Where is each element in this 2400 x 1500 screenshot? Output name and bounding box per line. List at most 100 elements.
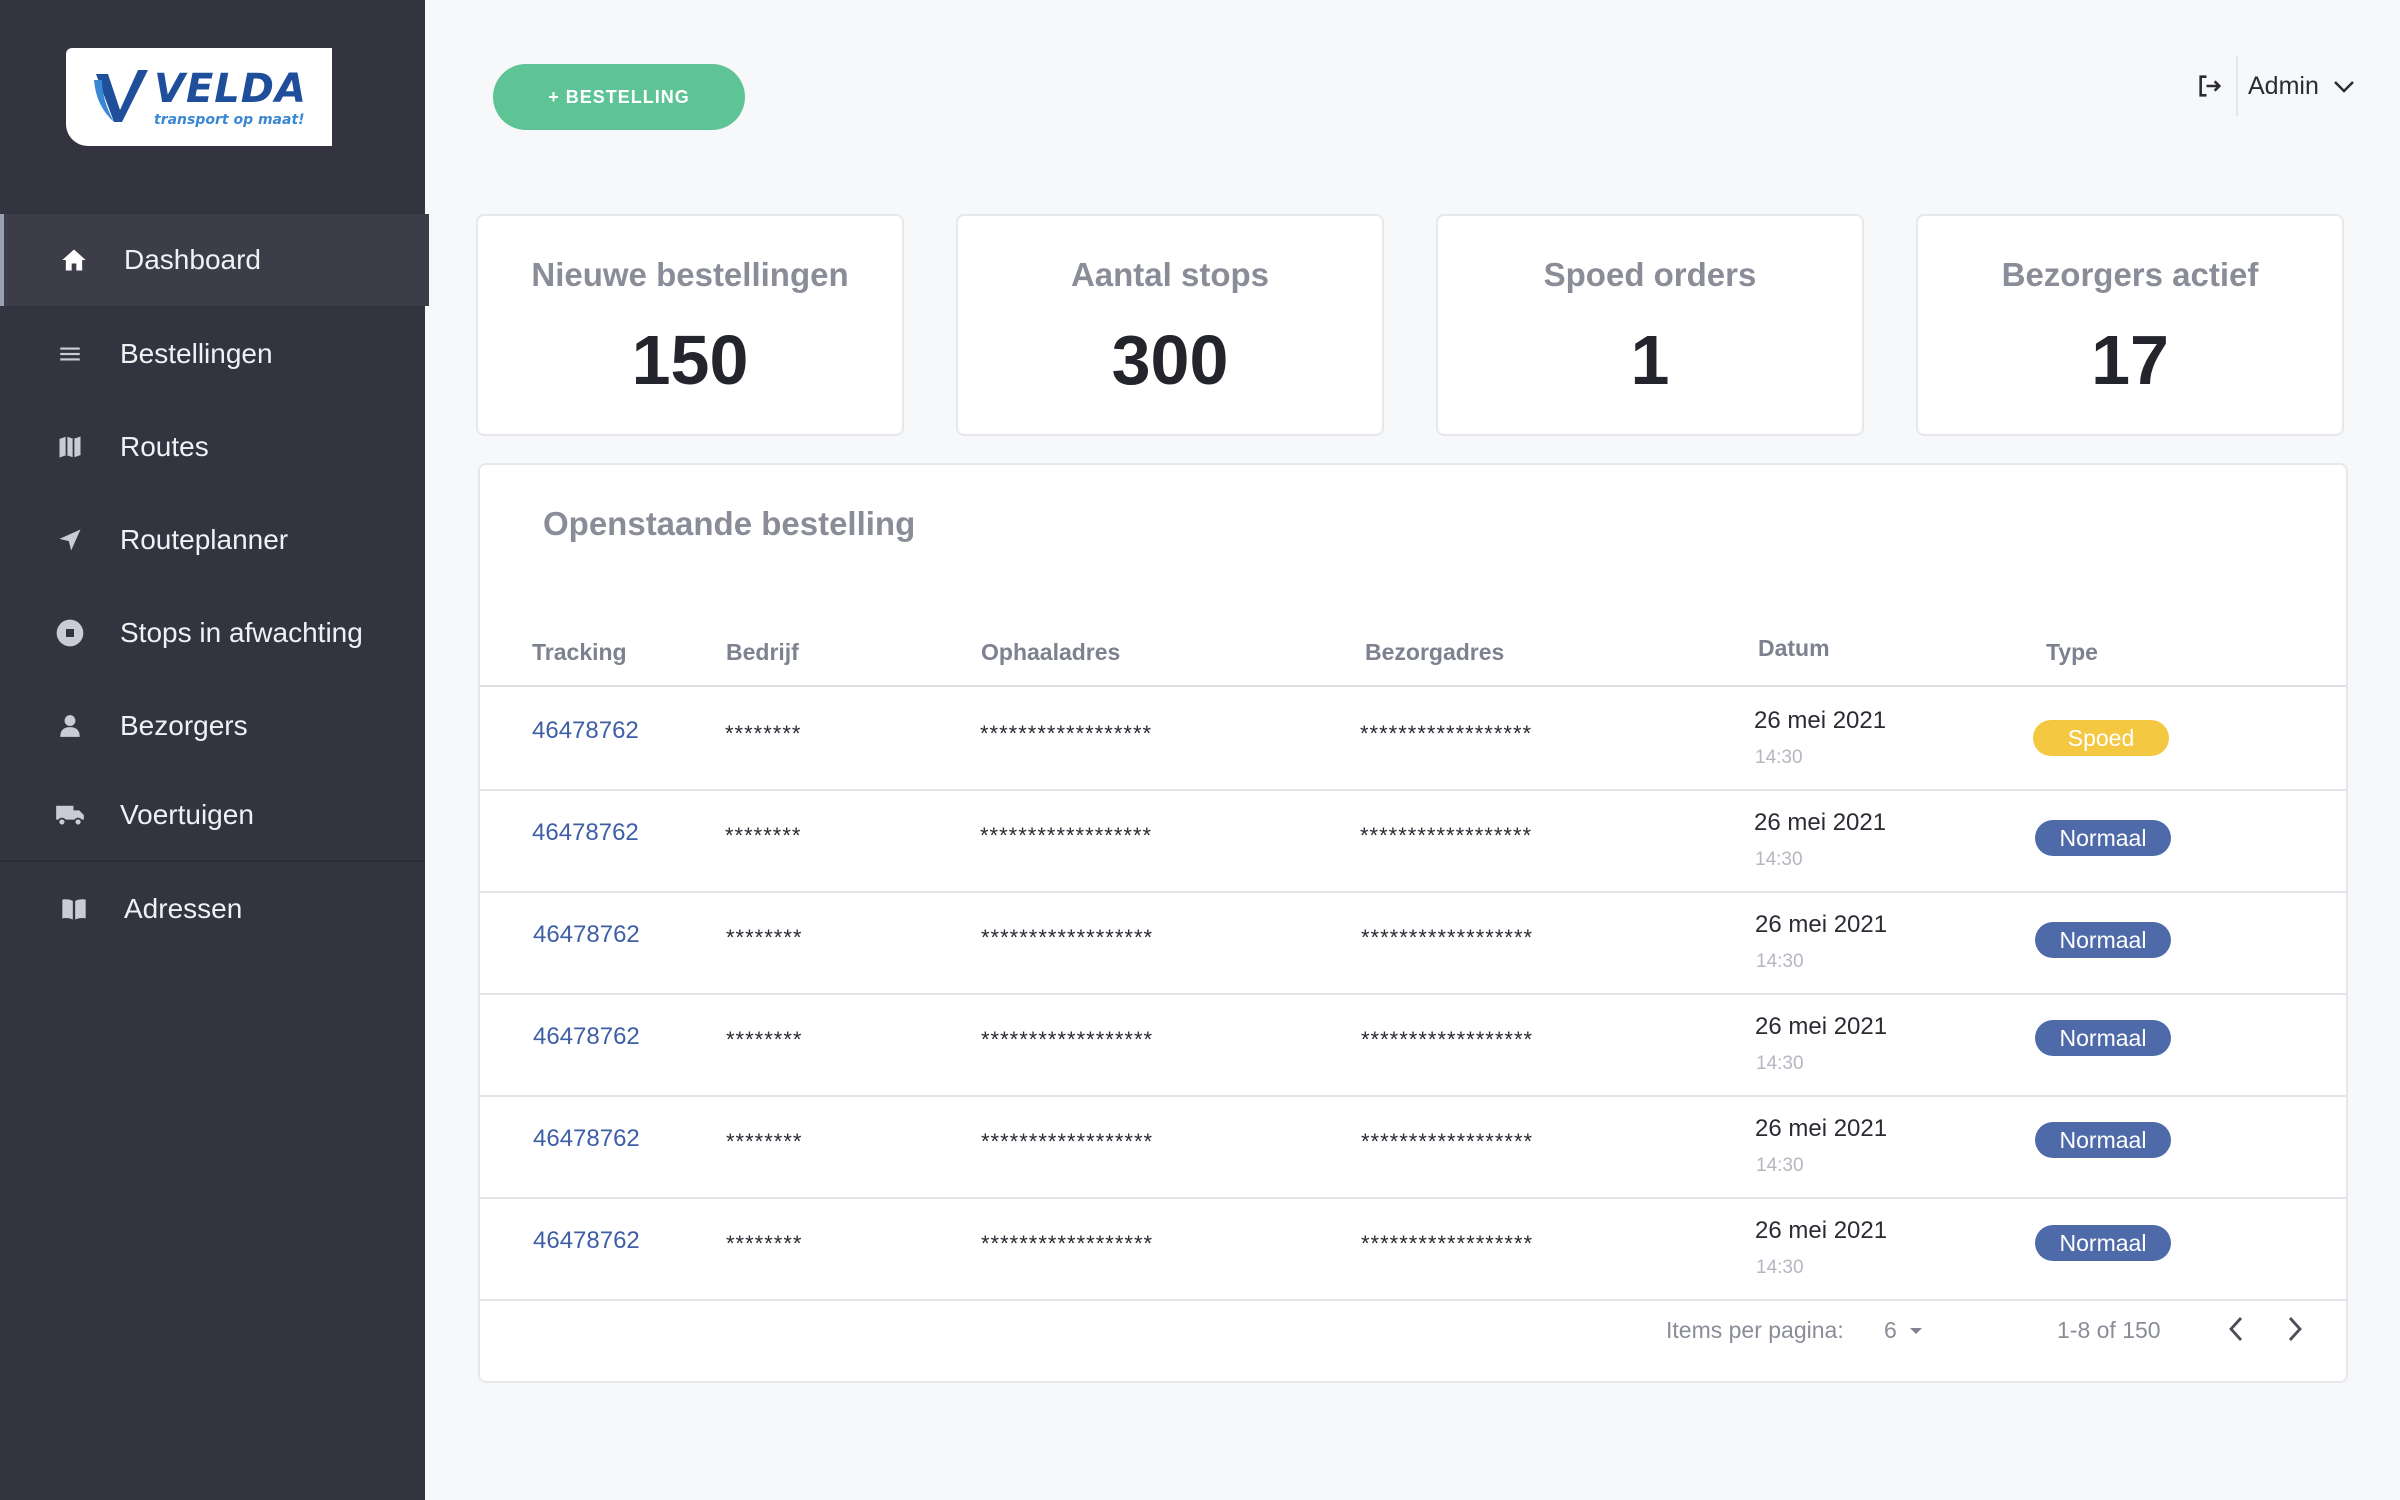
- company-cell: ********: [726, 1129, 803, 1154]
- table-row[interactable]: 46478762 ******** ****************** ***…: [480, 891, 2346, 995]
- type-badge-normaal: Normaal: [2035, 1020, 2171, 1056]
- tracking-link[interactable]: 46478762: [533, 1227, 640, 1255]
- delivery-cell: ******************: [1361, 1231, 1534, 1256]
- stat-label: Spoed orders: [1543, 256, 1757, 293]
- sidebar-item-label: Adressen: [124, 893, 243, 924]
- stat-card-stops: Aantal stops 300: [956, 214, 1384, 436]
- page-range: 1-8 of 150: [2057, 1317, 2161, 1343]
- tracking-link[interactable]: 46478762: [533, 1125, 640, 1153]
- caret-down-icon: [1909, 1327, 1922, 1334]
- map-icon: [54, 431, 86, 463]
- column-header-date[interactable]: Datum: [1758, 635, 1830, 662]
- sidebar-divider: [0, 860, 425, 862]
- delivery-cell: ******************: [1360, 823, 1533, 848]
- type-badge-normaal: Normaal: [2035, 820, 2171, 856]
- company-cell: ********: [726, 1231, 803, 1256]
- topbar-divider: [2236, 56, 2238, 116]
- date-cell: 26 mei 2021: [1755, 1217, 1888, 1244]
- date-cell: 26 mei 2021: [1755, 1115, 1888, 1142]
- time-cell: 14:30: [1756, 1053, 1804, 1074]
- table-row[interactable]: 46478762 ******** ****************** ***…: [480, 789, 2346, 893]
- date-cell: 26 mei 2021: [1755, 911, 1888, 938]
- open-orders-table: Openstaande bestelling Tracking Bedrijf …: [478, 463, 2348, 1383]
- time-cell: 14:30: [1756, 951, 1804, 972]
- date-cell: 26 mei 2021: [1755, 1013, 1888, 1040]
- items-per-page-select[interactable]: 6: [1884, 1317, 1923, 1344]
- user-name: Admin: [2248, 72, 2319, 100]
- delivery-cell: ******************: [1361, 1129, 1534, 1154]
- pickup-cell: ******************: [981, 1129, 1154, 1154]
- pickup-cell: ******************: [981, 925, 1154, 950]
- sidebar-item-label: Bestellingen: [120, 338, 273, 369]
- sidebar-item-routeplanner[interactable]: Routeplanner: [0, 494, 425, 586]
- add-order-button[interactable]: + BESTELLING: [493, 64, 745, 130]
- column-header-company[interactable]: Bedrijf: [726, 639, 799, 666]
- truck-icon: [54, 799, 86, 831]
- delivery-cell: ******************: [1361, 1027, 1534, 1052]
- stat-card-new-orders: Nieuwe bestellingen 150: [476, 214, 904, 436]
- logo[interactable]: VELDA transport op maat!: [66, 48, 332, 146]
- time-cell: 14:30: [1756, 1155, 1804, 1176]
- column-header-delivery[interactable]: Bezorgadres: [1365, 639, 1504, 666]
- sidebar-item-bestellingen[interactable]: Bestellingen: [0, 308, 425, 400]
- book-icon: [58, 893, 90, 925]
- next-page-button[interactable]: [2275, 1309, 2315, 1349]
- column-header-type[interactable]: Type: [2046, 639, 2098, 666]
- sidebar-item-label: Routeplanner: [120, 524, 289, 555]
- column-header-tracking[interactable]: Tracking: [532, 639, 627, 666]
- stat-value: 150: [631, 321, 749, 399]
- sidebar-item-adressen[interactable]: Adressen: [0, 863, 425, 955]
- company-cell: ********: [726, 1027, 803, 1052]
- pickup-cell: ******************: [980, 721, 1153, 746]
- delivery-cell: ******************: [1361, 925, 1534, 950]
- navigation-icon: [54, 524, 86, 556]
- stat-value: 300: [1111, 321, 1229, 399]
- stat-label: Aantal stops: [1070, 256, 1270, 293]
- tracking-link[interactable]: 46478762: [532, 819, 639, 847]
- table-row[interactable]: 46478762 ******** ****************** ***…: [480, 1095, 2346, 1199]
- table-row[interactable]: 46478762 ******** ****************** ***…: [480, 993, 2346, 1097]
- pickup-cell: ******************: [981, 1231, 1154, 1256]
- stat-card-active-couriers: Bezorgers actief 17: [1916, 214, 2344, 436]
- pickup-cell: ******************: [981, 1027, 1154, 1052]
- sidebar-item-label: Voertuigen: [120, 799, 254, 830]
- sidebar: VELDA transport op maat! Dashboard Beste…: [0, 0, 429, 1500]
- table-row[interactable]: 46478762 ******** ****************** ***…: [480, 1197, 2346, 1301]
- type-badge-normaal: Normaal: [2035, 1225, 2171, 1261]
- column-header-pickup[interactable]: Ophaaladres: [981, 639, 1120, 666]
- person-icon: [54, 710, 86, 742]
- user-menu[interactable]: Admin: [2248, 72, 2355, 101]
- list-icon: [54, 338, 86, 370]
- stat-value: 1: [1630, 321, 1670, 399]
- chevron-left-icon: [2229, 1317, 2243, 1341]
- sidebar-item-stops-in-afwachting[interactable]: Stops in afwachting: [0, 587, 425, 679]
- logo-tagline: transport op maat!: [154, 112, 305, 128]
- sidebar-item-voertuigen[interactable]: Voertuigen: [0, 769, 425, 861]
- table-row[interactable]: 46478762 ******** ****************** ***…: [480, 687, 2346, 791]
- sidebar-item-routes[interactable]: Routes: [0, 401, 425, 493]
- stat-label: Nieuwe bestellingen: [531, 256, 849, 293]
- tracking-link[interactable]: 46478762: [532, 717, 639, 745]
- date-cell: 26 mei 2021: [1754, 809, 1887, 836]
- home-icon: [58, 244, 90, 276]
- table-title: Openstaande bestelling: [543, 505, 916, 542]
- sidebar-item-label: Bezorgers: [120, 710, 248, 741]
- chevron-down-icon: [2333, 80, 2354, 93]
- sidebar-item-label: Dashboard: [124, 244, 261, 275]
- sidebar-item-label: Stops in afwachting: [120, 617, 363, 648]
- type-badge-spoed: Spoed: [2033, 720, 2169, 756]
- date-cell: 26 mei 2021: [1754, 707, 1887, 734]
- chevron-right-icon: [2288, 1317, 2302, 1341]
- sidebar-item-label: Routes: [120, 431, 209, 462]
- tracking-link[interactable]: 46478762: [533, 921, 640, 949]
- time-cell: 14:30: [1756, 1257, 1804, 1278]
- tracking-link[interactable]: 46478762: [533, 1023, 640, 1051]
- sidebar-item-dashboard[interactable]: Dashboard: [0, 214, 429, 306]
- previous-page-button[interactable]: [2216, 1309, 2256, 1349]
- pickup-cell: ******************: [980, 823, 1153, 848]
- stat-label: Bezorgers actief: [2001, 256, 2259, 293]
- logo-v-icon: [94, 70, 148, 122]
- sidebar-item-bezorgers[interactable]: Bezorgers: [0, 680, 425, 772]
- stop-circle-icon: [54, 617, 86, 649]
- logout-icon[interactable]: [2196, 72, 2224, 105]
